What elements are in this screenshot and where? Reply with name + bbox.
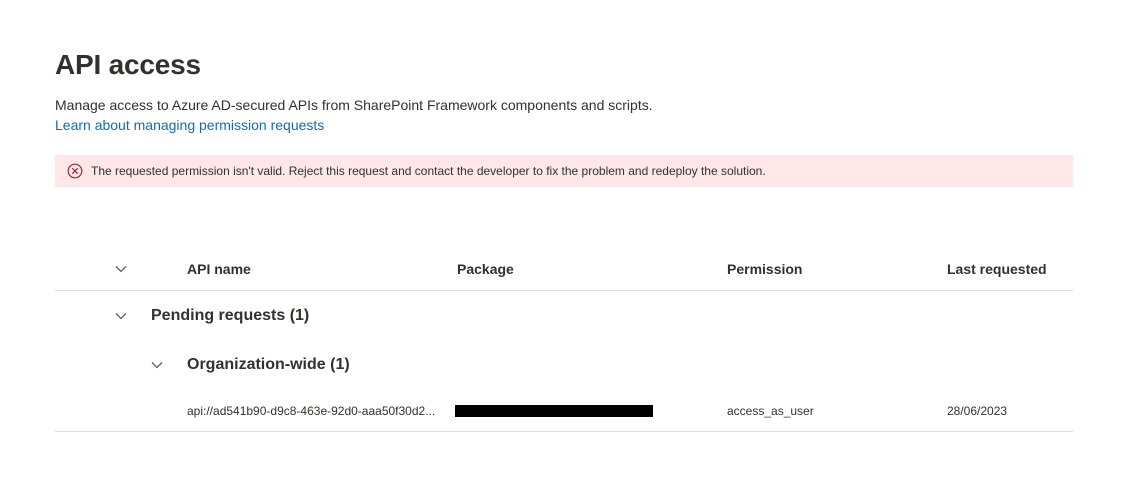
row-package-redacted (455, 405, 653, 417)
group-chevron-down-icon[interactable] (114, 309, 128, 323)
row-api-name[interactable]: api://ad541b90-d9c8-463e-92d0-aaa50f30d2… (187, 404, 435, 418)
page-description: Manage access to Azure AD-secured APIs f… (55, 97, 653, 113)
header-divider (55, 290, 1073, 291)
error-message-text: The requested permission isn't valid. Re… (91, 164, 766, 178)
learn-more-link[interactable]: Learn about managing permission requests (55, 117, 324, 133)
api-access-page: API access Manage access to Azure AD-sec… (0, 0, 1125, 485)
column-header-package[interactable]: Package (457, 261, 514, 277)
subgroup-chevron-down-icon[interactable] (150, 358, 164, 372)
column-header-permission[interactable]: Permission (727, 261, 802, 277)
column-header-last-requested[interactable]: Last requested (947, 261, 1047, 277)
error-circle-icon (67, 163, 83, 179)
row-permission[interactable]: access_as_user (727, 404, 814, 418)
row-last-requested[interactable]: 28/06/2023 (947, 404, 1007, 418)
error-message-bar: The requested permission isn't valid. Re… (55, 155, 1073, 187)
subgroup-header-organization-wide[interactable]: Organization-wide (1) (187, 356, 350, 374)
group-header-pending-requests[interactable]: Pending requests (1) (151, 307, 309, 325)
column-header-api-name[interactable]: API name (187, 261, 251, 277)
row-divider (55, 431, 1073, 432)
page-title: API access (55, 49, 201, 80)
collapse-all-chevron-down-icon[interactable] (114, 262, 128, 276)
